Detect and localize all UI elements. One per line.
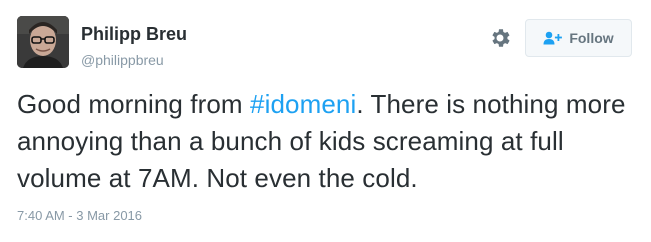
gear-icon[interactable] [488, 26, 512, 50]
follow-button[interactable]: Follow [525, 19, 632, 57]
add-user-icon [543, 31, 563, 45]
tweet-timestamp[interactable]: 7:40 AM - 3 Mar 2016 [17, 208, 142, 223]
author-handle[interactable]: @philippbreu [81, 52, 164, 68]
avatar[interactable] [17, 16, 69, 68]
tweet-text-before: Good morning from [17, 89, 251, 119]
follow-label: Follow [569, 30, 614, 46]
tweet-text: Good morning from #idomeni. There is not… [17, 86, 637, 197]
tweet-card: Philipp Breu @philippbreu Follow Good mo… [0, 0, 651, 242]
hashtag-link[interactable]: #idomeni [250, 89, 356, 119]
author-name[interactable]: Philipp Breu [81, 24, 187, 45]
